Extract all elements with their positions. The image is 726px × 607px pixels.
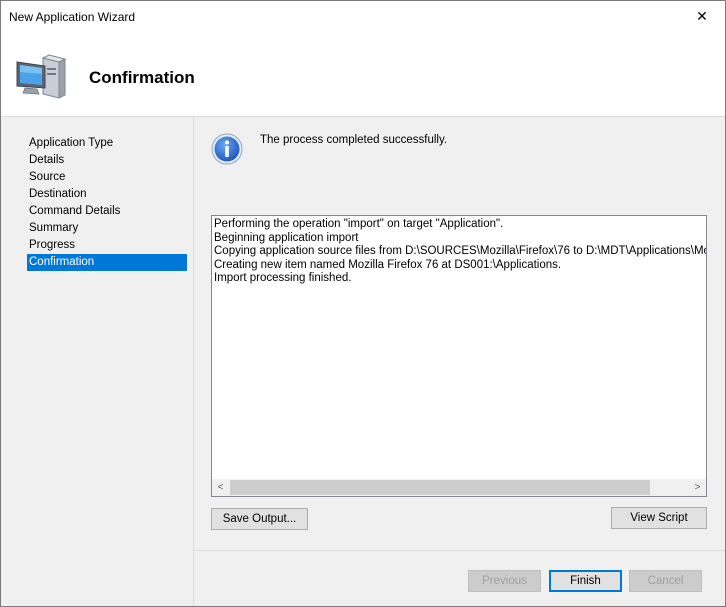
sidebar-item-details[interactable]: Details bbox=[27, 152, 187, 169]
close-button[interactable]: ✕ bbox=[679, 1, 725, 32]
window-title: New Application Wizard bbox=[9, 10, 136, 24]
scroll-right-icon[interactable]: > bbox=[689, 479, 706, 496]
info-icon bbox=[211, 133, 243, 165]
computer-icon bbox=[16, 54, 67, 99]
sidebar-item-confirmation[interactable]: Confirmation bbox=[27, 254, 187, 271]
footer-divider bbox=[194, 550, 725, 551]
log-line: Copying application source files from D:… bbox=[214, 245, 706, 257]
sidebar-item-application-type[interactable]: Application Type bbox=[27, 135, 187, 152]
horizontal-scrollbar[interactable]: < > bbox=[212, 479, 706, 496]
output-log-text: Performing the operation "import" on tar… bbox=[214, 218, 706, 477]
page-title: Confirmation bbox=[89, 68, 195, 87]
log-line: Import processing finished. bbox=[214, 272, 352, 284]
close-icon: ✕ bbox=[696, 8, 708, 24]
scroll-left-icon[interactable]: < bbox=[212, 479, 229, 496]
view-script-button[interactable]: View Script bbox=[611, 507, 707, 529]
log-line: Performing the operation "import" on tar… bbox=[214, 218, 504, 230]
sidebar-item-source[interactable]: Source bbox=[27, 169, 187, 186]
title-bar: New Application Wizard ✕ bbox=[1, 1, 725, 32]
output-log[interactable]: Performing the operation "import" on tar… bbox=[211, 215, 707, 497]
sidebar-item-destination[interactable]: Destination bbox=[27, 186, 187, 203]
wizard-steps-sidebar: Application Type Details Source Destinat… bbox=[1, 117, 194, 606]
sidebar-item-summary[interactable]: Summary bbox=[27, 220, 187, 237]
sidebar-item-command-details[interactable]: Command Details bbox=[27, 203, 187, 220]
status-message: The process completed successfully. bbox=[260, 134, 448, 146]
sidebar-item-progress[interactable]: Progress bbox=[27, 237, 187, 254]
log-line: Beginning application import bbox=[214, 231, 359, 244]
wizard-header: Confirmation bbox=[1, 32, 725, 117]
finish-button[interactable]: Finish bbox=[549, 570, 622, 592]
cancel-button[interactable]: Cancel bbox=[629, 570, 702, 592]
scrollbar-thumb[interactable] bbox=[230, 480, 650, 495]
save-output-button[interactable]: Save Output... bbox=[211, 508, 308, 530]
wizard-window: New Application Wizard ✕ Confirmation Ap… bbox=[0, 0, 726, 607]
log-line: Creating new item named Mozilla Firefox … bbox=[214, 258, 562, 271]
previous-button[interactable]: Previous bbox=[468, 570, 541, 592]
wizard-content: The process completed successfully. Perf… bbox=[194, 117, 725, 606]
